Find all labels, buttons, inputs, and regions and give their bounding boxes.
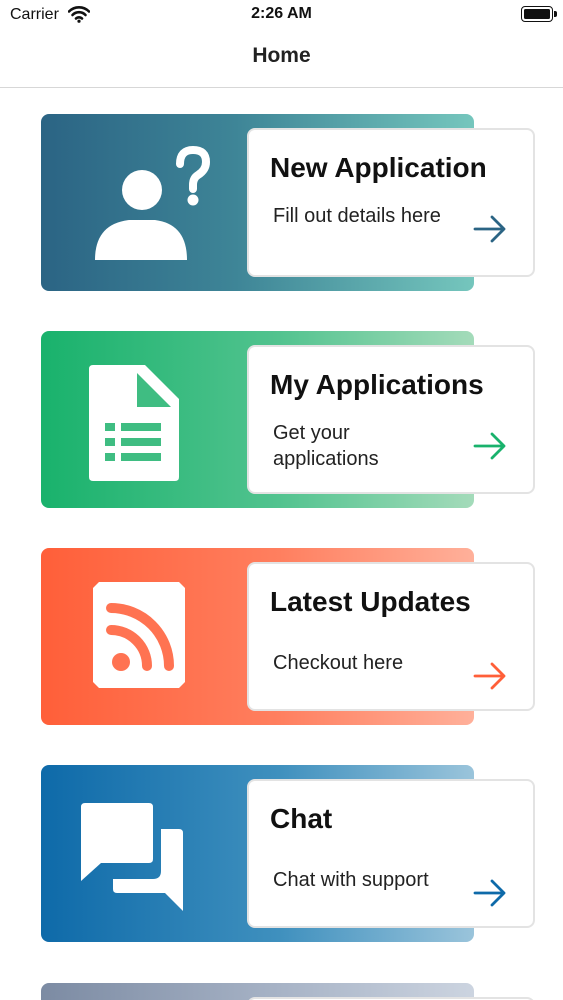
- spreadsheet-document-icon: [61, 351, 241, 491]
- arrow-right-icon[interactable]: [473, 878, 507, 908]
- card-title: New Application: [270, 152, 487, 183]
- my-applications-info[interactable]: My Applications Get your applications: [247, 345, 535, 494]
- card-title: My Applications: [270, 369, 484, 400]
- card-description: Chat with support: [273, 869, 429, 891]
- latest-updates-card[interactable]: Latest Updates Checkout here: [41, 548, 535, 725]
- card-description: Checkout here: [273, 652, 404, 674]
- latest-updates-info[interactable]: Latest Updates Checkout here: [247, 562, 535, 711]
- status-bar: Carrier 2:26 AM: [0, 0, 563, 30]
- navigation-bar: Home: [0, 30, 563, 88]
- arrow-right-icon[interactable]: [473, 431, 507, 461]
- chat-info[interactable]: Chat Chat with support: [247, 779, 535, 928]
- new-application-card[interactable]: New Application Fill out details here: [41, 114, 535, 291]
- my-applications-card[interactable]: My Applications Get your applications: [41, 331, 535, 508]
- battery-icon: [521, 6, 557, 22]
- new-application-info[interactable]: New Application Fill out details here: [247, 128, 535, 277]
- card-title: Latest Updates: [270, 586, 471, 617]
- status-time: 2:26 AM: [251, 5, 312, 22]
- card-description: Fill out details here: [273, 205, 441, 227]
- chat-card[interactable]: Chat Chat with support: [41, 765, 535, 942]
- chat-bubbles-icon: [61, 785, 241, 925]
- arrow-right-icon[interactable]: [473, 214, 507, 244]
- user-question-icon: [61, 134, 241, 274]
- arrow-right-icon[interactable]: [473, 661, 507, 691]
- page-title: Home: [252, 44, 311, 67]
- card-description: Get your applications: [273, 422, 379, 470]
- rss-feed-icon: [61, 568, 241, 708]
- partial-card[interactable]: [41, 983, 535, 1000]
- card-title: Chat: [270, 803, 333, 834]
